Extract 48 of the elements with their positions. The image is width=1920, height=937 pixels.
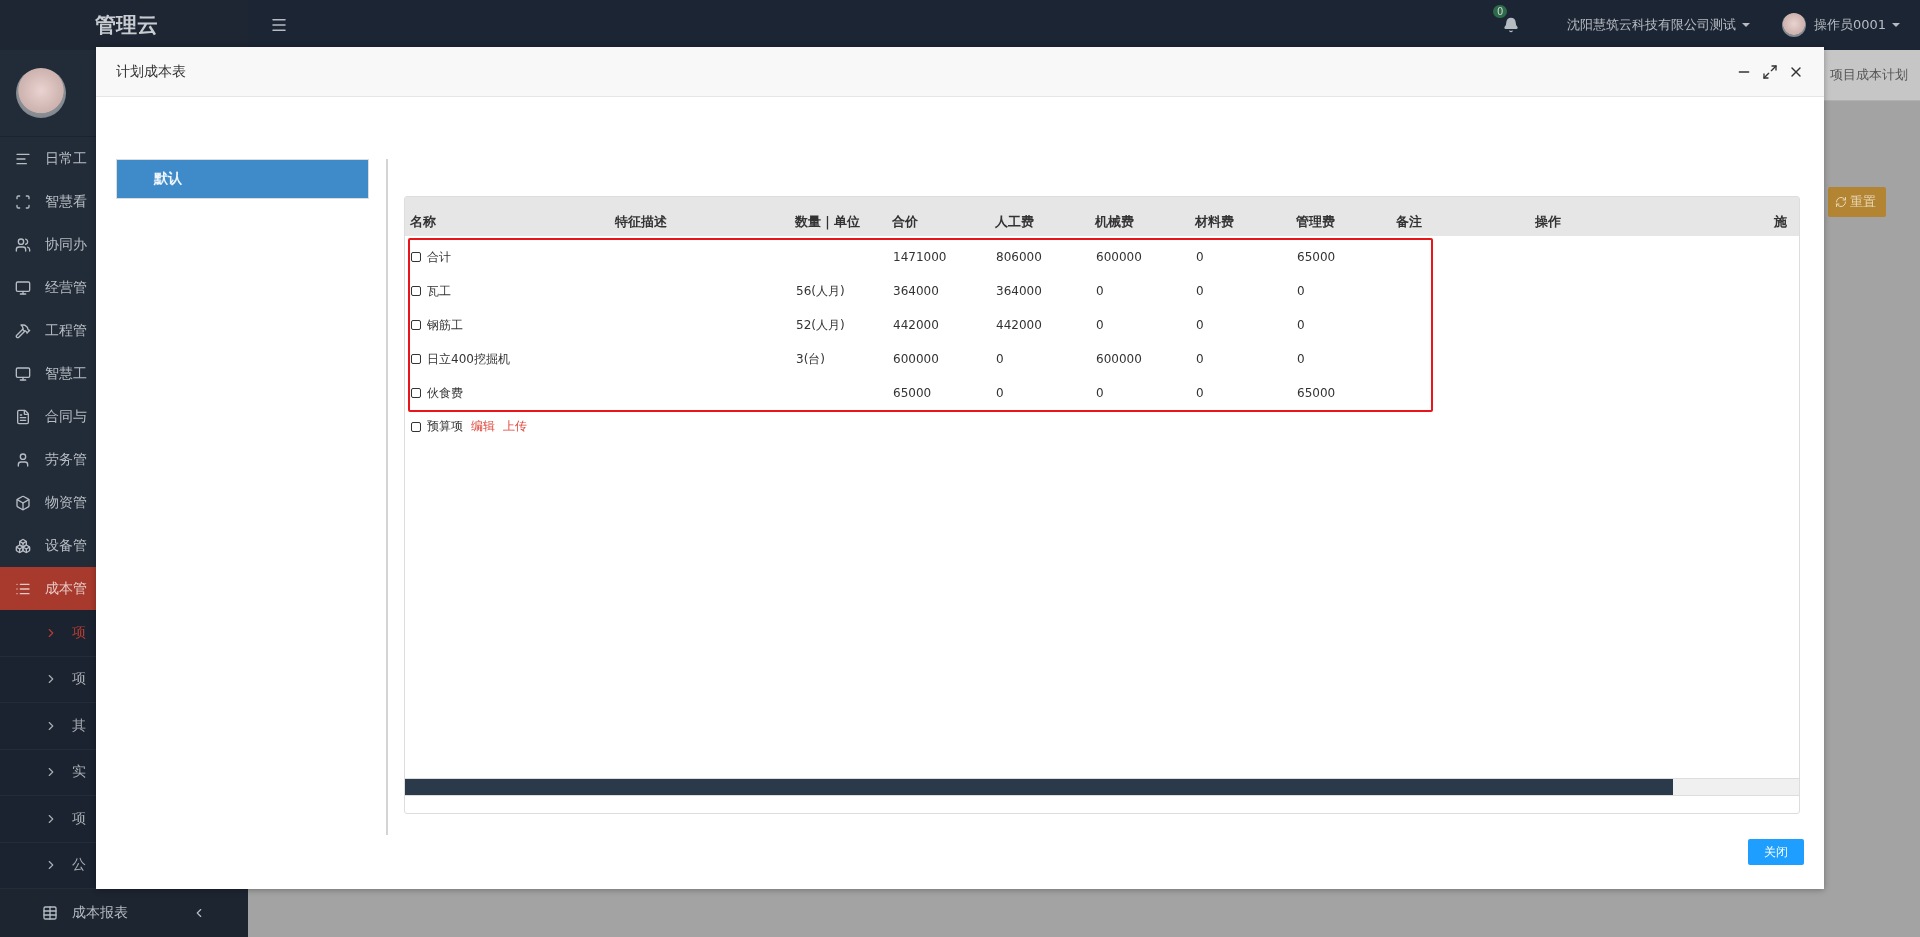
table-cell: 600000 xyxy=(893,352,939,366)
table-cell: 钢筋工 xyxy=(427,316,463,334)
table-cell: 806000 xyxy=(996,250,1042,264)
table-cell: 0 xyxy=(1196,352,1204,366)
table-cell: 0 xyxy=(1196,386,1204,400)
table-cell: 日立400挖掘机 xyxy=(427,350,510,368)
table-cell: 0 xyxy=(1196,284,1204,298)
table-cell: 3(台) xyxy=(796,351,825,366)
table-cell: 65000 xyxy=(1297,386,1336,400)
table-cell: 0 xyxy=(1297,352,1305,366)
table-cell: 65000 xyxy=(893,386,932,400)
column-header: 管理费 xyxy=(1296,213,1336,231)
table-cell: 0 xyxy=(1096,386,1104,400)
table-cell: 0 xyxy=(1196,250,1204,264)
column-header: 备注 xyxy=(1396,213,1423,231)
table-cell: 65000 xyxy=(1297,250,1336,264)
column-header: 施 xyxy=(1774,213,1788,231)
table-cell: 合计 xyxy=(427,248,451,266)
table-cell: 0 xyxy=(1297,284,1305,298)
column-header: 数量｜单位 xyxy=(795,213,861,231)
table-cell: 0 xyxy=(996,352,1004,366)
table-cell: 1471000 xyxy=(893,250,947,264)
table-cell: 364000 xyxy=(893,284,939,298)
table-cell: 0 xyxy=(1196,318,1204,332)
table-cell: 364000 xyxy=(996,284,1042,298)
table-cell: 0 xyxy=(1096,284,1104,298)
column-header: 人工费 xyxy=(995,213,1035,231)
table-cell: 0 xyxy=(1297,318,1305,332)
table-cell: 52(人月) xyxy=(796,317,845,332)
table-cell: 56(人月) xyxy=(796,283,845,298)
table-cell: 600000 xyxy=(1096,250,1142,264)
app-logo: 管理云 xyxy=(0,0,248,50)
table-cell: 0 xyxy=(996,386,1004,400)
table-cell: 442000 xyxy=(893,318,939,332)
column-header: 材料费 xyxy=(1195,213,1235,231)
table-cell: 伙食费 xyxy=(427,384,463,402)
notification-badge: 0 xyxy=(1492,5,1508,18)
row-label: 预算项 xyxy=(427,418,463,435)
column-header: 名称 xyxy=(410,213,437,231)
table-cell: 442000 xyxy=(996,318,1042,332)
table-cell: 600000 xyxy=(1096,352,1142,366)
column-header: 操作 xyxy=(1535,213,1562,231)
column-header: 特征描述 xyxy=(615,213,668,231)
column-header: 合价 xyxy=(892,213,919,231)
column-header: 机械费 xyxy=(1095,213,1135,231)
dialog-title: 计划成本表 xyxy=(116,62,186,81)
table-cell: 0 xyxy=(1096,318,1104,332)
table-cell: 瓦工 xyxy=(427,282,451,300)
